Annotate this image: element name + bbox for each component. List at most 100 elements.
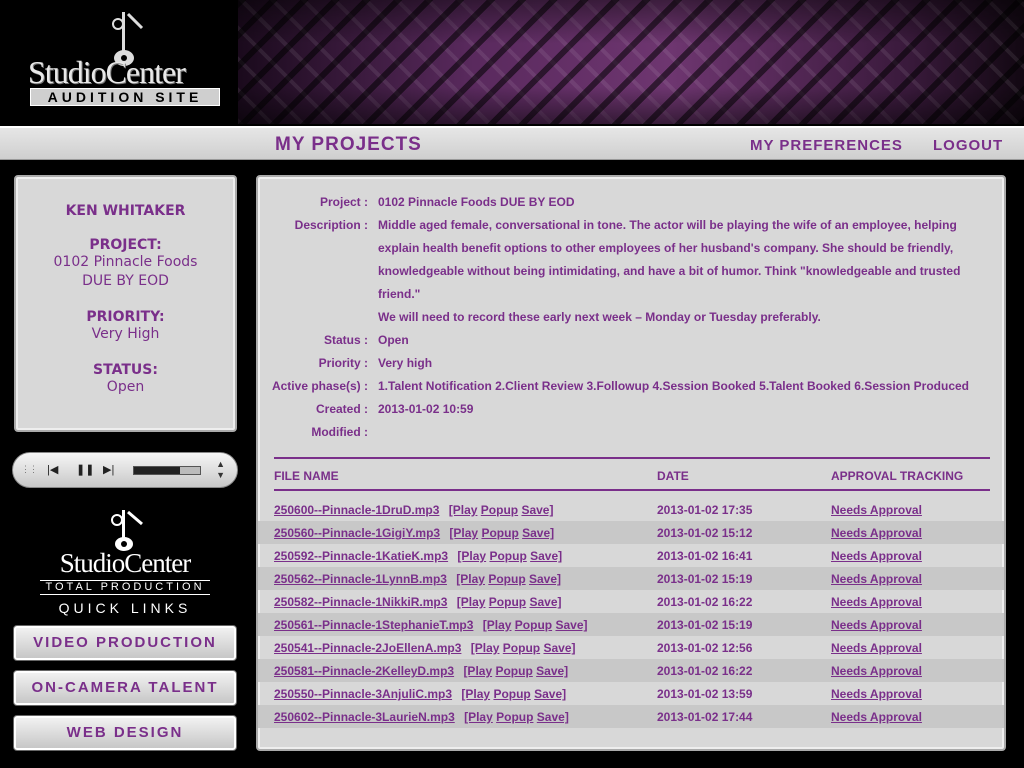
save-link[interactable]: Save] xyxy=(543,641,575,655)
file-cell: 250581--Pinnacle-2KelleyD.mp3 [Play Popu… xyxy=(274,664,568,678)
needs-approval-link[interactable]: Needs Approval xyxy=(831,618,922,632)
needs-approval-link[interactable]: Needs Approval xyxy=(831,526,922,540)
popup-link[interactable]: Popup xyxy=(481,503,518,517)
popup-link[interactable]: Popup xyxy=(496,710,533,724)
play-link[interactable]: [Play xyxy=(456,572,485,586)
file-name-link[interactable]: 250582--Pinnacle-1NikkiR.mp3 xyxy=(274,595,447,609)
date-cell: 2013-01-02 15:12 xyxy=(657,526,753,540)
files-table-header: FILE NAME DATE APPROVAL TRACKING xyxy=(274,457,990,491)
file-actions: [Play Popup Save] xyxy=(458,687,566,701)
popup-link[interactable]: Popup xyxy=(493,687,530,701)
detail-value: Middle aged female, conversational in to… xyxy=(378,214,978,329)
description-line: We will need to record these early next … xyxy=(378,310,821,324)
detail-row-created: Created : 2013-01-02 10:59 xyxy=(258,398,1004,421)
studio-center-logo[interactable]: StudioCenter AUDITION SITE xyxy=(28,10,228,110)
popup-link[interactable]: Popup xyxy=(481,526,518,540)
needs-approval-link[interactable]: Needs Approval xyxy=(831,664,922,678)
save-link[interactable]: Save] xyxy=(522,526,554,540)
file-name-link[interactable]: 250560--Pinnacle-1GigiY.mp3 xyxy=(274,526,440,540)
save-link[interactable]: Save] xyxy=(537,710,569,724)
audio-player: ⋮⋮ |◀ ❚❚ ▶| ▲ ▼ xyxy=(12,452,238,488)
play-link[interactable]: [Play xyxy=(449,526,478,540)
save-link[interactable]: Save] xyxy=(534,687,566,701)
file-actions: [Play Popup Save] xyxy=(453,595,562,609)
project-details-panel: Project : 0102 Pinnacle Foods DUE BY EOD… xyxy=(256,175,1006,751)
total-production-logo[interactable]: StudioCenter TOTAL PRODUCTION QUICK LINK… xyxy=(30,508,220,618)
detail-value xyxy=(378,421,978,444)
save-link[interactable]: Save] xyxy=(555,618,587,632)
priority-label: PRIORITY: xyxy=(86,309,165,325)
popup-link[interactable]: Popup xyxy=(489,549,526,563)
table-row: 250541--Pinnacle-2JoEllenA.mp3 [Play Pop… xyxy=(258,636,1004,659)
popup-link[interactable]: Popup xyxy=(515,618,552,632)
play-link[interactable]: [Play xyxy=(464,710,493,724)
file-name-link[interactable]: 250581--Pinnacle-2KelleyD.mp3 xyxy=(274,664,454,678)
file-cell: 250592--Pinnacle-1KatieK.mp3 [Play Popup… xyxy=(274,549,562,563)
needs-approval-link[interactable]: Needs Approval xyxy=(831,503,922,517)
my-preferences-link[interactable]: MY PREFERENCES xyxy=(750,137,903,154)
table-row: 250602--Pinnacle-3LaurieN.mp3 [Play Popu… xyxy=(258,705,1004,728)
status-value: Open xyxy=(106,379,145,395)
play-link[interactable]: [Play xyxy=(457,549,486,563)
popup-link[interactable]: Popup xyxy=(495,664,532,678)
previous-track-icon[interactable]: |◀ xyxy=(47,463,58,476)
next-track-icon[interactable]: ▶| xyxy=(103,463,114,476)
logout-link[interactable]: LOGOUT xyxy=(933,137,1003,154)
save-link[interactable]: Save] xyxy=(529,572,561,586)
detail-label: Active phase(s) : xyxy=(271,379,368,393)
play-link[interactable]: [Play xyxy=(449,503,478,517)
needs-approval-link[interactable]: Needs Approval xyxy=(831,710,922,724)
detail-row-modified: Modified : xyxy=(258,421,1004,444)
save-link[interactable]: Save] xyxy=(530,549,562,563)
file-actions: [Play Popup Save] xyxy=(446,526,554,540)
needs-approval-link[interactable]: Needs Approval xyxy=(831,641,922,655)
progress-bar[interactable] xyxy=(133,466,201,475)
file-cell: 250560--Pinnacle-1GigiY.mp3 [Play Popup … xyxy=(274,526,554,540)
column-header-approval[interactable]: APPROVAL TRACKING xyxy=(831,469,963,483)
play-link[interactable]: [Play xyxy=(461,687,490,701)
column-header-file-name[interactable]: FILE NAME xyxy=(274,469,339,483)
date-cell: 2013-01-02 17:44 xyxy=(657,710,753,724)
table-row: 250581--Pinnacle-2KelleyD.mp3 [Play Popu… xyxy=(258,659,1004,682)
detail-value: 0102 Pinnacle Foods DUE BY EOD xyxy=(378,195,575,209)
video-production-button[interactable]: VIDEO PRODUCTION xyxy=(13,625,237,661)
on-camera-talent-button[interactable]: ON-CAMERA TALENT xyxy=(13,670,237,706)
save-link[interactable]: Save] xyxy=(529,595,561,609)
needs-approval-link[interactable]: Needs Approval xyxy=(831,549,922,563)
file-name-link[interactable]: 250602--Pinnacle-3LaurieN.mp3 xyxy=(274,710,455,724)
file-actions: [Play Popup Save] xyxy=(445,503,554,517)
file-name-link[interactable]: 250550--Pinnacle-3AnjuliC.mp3 xyxy=(274,687,452,701)
date-cell: 2013-01-02 13:59 xyxy=(657,687,753,701)
file-name-link[interactable]: 250561--Pinnacle-1StephanieT.mp3 xyxy=(274,618,473,632)
play-link[interactable]: [Play xyxy=(463,664,492,678)
save-link[interactable]: Save] xyxy=(521,503,553,517)
date-cell: 2013-01-02 16:22 xyxy=(657,664,753,678)
logo-subtitle: AUDITION SITE xyxy=(30,88,220,106)
project-details: Project : 0102 Pinnacle Foods DUE BY EOD… xyxy=(258,191,1004,444)
web-design-button[interactable]: WEB DESIGN xyxy=(13,715,237,751)
popup-link[interactable]: Popup xyxy=(489,595,526,609)
play-link[interactable]: [Play xyxy=(457,595,486,609)
volume-arrows-icon[interactable]: ▲ ▼ xyxy=(216,459,225,481)
file-name-link[interactable]: 250541--Pinnacle-2JoEllenA.mp3 xyxy=(274,641,461,655)
project-summary-panel: KEN WHITAKER PROJECT: 0102 Pinnacle Food… xyxy=(14,175,237,432)
table-row: 250562--Pinnacle-1LynnB.mp3 [Play Popup … xyxy=(258,567,1004,590)
save-link[interactable]: Save] xyxy=(536,664,568,678)
play-link[interactable]: [Play xyxy=(483,618,512,632)
drag-handle-icon[interactable]: ⋮⋮ xyxy=(21,464,38,475)
file-name-link[interactable]: 250562--Pinnacle-1LynnB.mp3 xyxy=(274,572,447,586)
file-cell: 250561--Pinnacle-1StephanieT.mp3 [Play P… xyxy=(274,618,588,632)
pause-icon[interactable]: ❚❚ xyxy=(76,463,94,476)
play-link[interactable]: [Play xyxy=(471,641,500,655)
file-name-link[interactable]: 250600--Pinnacle-1DruD.mp3 xyxy=(274,503,439,517)
popup-link[interactable]: Popup xyxy=(488,572,525,586)
file-actions: [Play Popup Save] xyxy=(467,641,576,655)
needs-approval-link[interactable]: Needs Approval xyxy=(831,572,922,586)
logo-subtitle: TOTAL PRODUCTION xyxy=(40,580,210,595)
needs-approval-link[interactable]: Needs Approval xyxy=(831,687,922,701)
file-name-link[interactable]: 250592--Pinnacle-1KatieK.mp3 xyxy=(274,549,448,563)
needs-approval-link[interactable]: Needs Approval xyxy=(831,595,922,609)
detail-label: Modified : xyxy=(311,425,368,439)
popup-link[interactable]: Popup xyxy=(503,641,540,655)
column-header-date[interactable]: DATE xyxy=(657,469,689,483)
